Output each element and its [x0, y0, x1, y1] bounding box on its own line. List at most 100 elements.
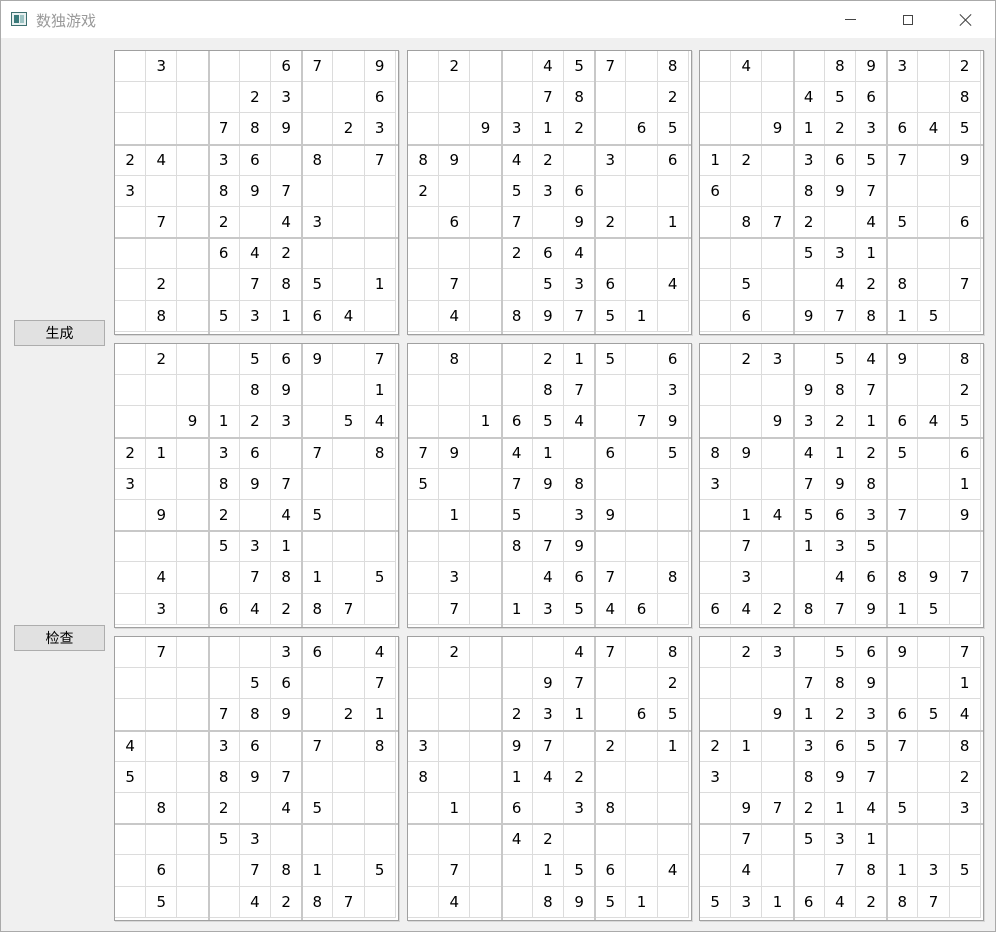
- sudoku-cell[interactable]: [364, 793, 396, 825]
- sudoku-cell[interactable]: 2: [532, 344, 564, 376]
- sudoku-cell[interactable]: [239, 207, 271, 239]
- sudoku-cell[interactable]: [115, 855, 147, 887]
- sudoku-cell[interactable]: 4: [762, 500, 794, 532]
- sudoku-cell[interactable]: [949, 175, 981, 207]
- sudoku-cell[interactable]: 8: [208, 468, 240, 500]
- sudoku-cell[interactable]: 6: [501, 793, 533, 825]
- sudoku-cell[interactable]: 5: [532, 406, 564, 438]
- sudoku-cell[interactable]: [657, 593, 689, 625]
- sudoku-cell[interactable]: 5: [564, 593, 596, 625]
- sudoku-cell[interactable]: 4: [595, 593, 627, 625]
- sudoku-cell[interactable]: [700, 855, 732, 887]
- sudoku-cell[interactable]: 5: [949, 855, 981, 887]
- maximize-button[interactable]: [879, 1, 937, 38]
- sudoku-cell[interactable]: 9: [949, 500, 981, 532]
- sudoku-cell[interactable]: 8: [887, 886, 919, 918]
- sudoku-cell[interactable]: 9: [949, 144, 981, 176]
- sudoku-cell[interactable]: 1: [949, 468, 981, 500]
- sudoku-cell[interactable]: 2: [731, 637, 763, 669]
- sudoku-cell[interactable]: 8: [239, 699, 271, 731]
- sudoku-cell[interactable]: 8: [595, 793, 627, 825]
- sudoku-cell[interactable]: [918, 269, 950, 301]
- sudoku-cell[interactable]: [333, 562, 365, 594]
- sudoku-cell[interactable]: 7: [239, 269, 271, 301]
- sudoku-cell[interactable]: [302, 375, 334, 407]
- sudoku-cell[interactable]: [949, 593, 981, 625]
- sudoku-cell[interactable]: [501, 562, 533, 594]
- sudoku-cell[interactable]: 2: [239, 82, 271, 114]
- sudoku-cell[interactable]: [333, 793, 365, 825]
- sudoku-cell[interactable]: [657, 175, 689, 207]
- sudoku-cell[interactable]: 4: [271, 207, 303, 239]
- sudoku-cell[interactable]: [824, 207, 856, 239]
- sudoku-cell[interactable]: 6: [824, 144, 856, 176]
- sudoku-cell[interactable]: [364, 531, 396, 563]
- sudoku-cell[interactable]: [177, 668, 209, 700]
- sudoku-cell[interactable]: 2: [762, 593, 794, 625]
- sudoku-cell[interactable]: [595, 531, 627, 563]
- sudoku-cell[interactable]: [177, 855, 209, 887]
- sudoku-cell[interactable]: 1: [501, 761, 533, 793]
- sudoku-cell[interactable]: 1: [532, 855, 564, 887]
- sudoku-cell[interactable]: [532, 793, 564, 825]
- sudoku-cell[interactable]: [302, 82, 334, 114]
- sudoku-cell[interactable]: [177, 144, 209, 176]
- sudoku-cell[interactable]: 3: [824, 238, 856, 270]
- sudoku-cell[interactable]: [115, 207, 147, 239]
- sudoku-cell[interactable]: [887, 375, 919, 407]
- sudoku-cell[interactable]: 7: [731, 824, 763, 856]
- sudoku-cell[interactable]: [208, 562, 240, 594]
- sudoku-cell[interactable]: 5: [856, 144, 888, 176]
- sudoku-cell[interactable]: [470, 824, 502, 856]
- sudoku-cell[interactable]: [208, 886, 240, 918]
- sudoku-cell[interactable]: 7: [364, 344, 396, 376]
- sudoku-cell[interactable]: 8: [793, 761, 825, 793]
- sudoku-cell[interactable]: 3: [532, 593, 564, 625]
- sudoku-cell[interactable]: [918, 144, 950, 176]
- sudoku-cell[interactable]: 2: [657, 668, 689, 700]
- sudoku-cell[interactable]: [177, 468, 209, 500]
- sudoku-cell[interactable]: [626, 562, 658, 594]
- sudoku-cell[interactable]: [146, 406, 178, 438]
- sudoku-cell[interactable]: [949, 238, 981, 270]
- sudoku-cell[interactable]: 5: [564, 51, 596, 83]
- sudoku-cell[interactable]: [146, 730, 178, 762]
- sudoku-cell[interactable]: 8: [239, 375, 271, 407]
- sudoku-cell[interactable]: [470, 468, 502, 500]
- sudoku-cell[interactable]: 5: [302, 269, 334, 301]
- sudoku-cell[interactable]: 5: [793, 824, 825, 856]
- sudoku-cell[interactable]: 6: [271, 344, 303, 376]
- sudoku-cell[interactable]: 9: [271, 113, 303, 145]
- sudoku-cell[interactable]: 2: [271, 238, 303, 270]
- sudoku-cell[interactable]: 1: [949, 668, 981, 700]
- sudoku-cell[interactable]: 9: [887, 344, 919, 376]
- sudoku-cell[interactable]: 5: [595, 886, 627, 918]
- sudoku-cell[interactable]: [239, 637, 271, 669]
- sudoku-cell[interactable]: 2: [271, 593, 303, 625]
- sudoku-cell[interactable]: 2: [564, 113, 596, 145]
- sudoku-cell[interactable]: 6: [657, 344, 689, 376]
- sudoku-cell[interactable]: [271, 437, 303, 469]
- sudoku-cell[interactable]: [333, 82, 365, 114]
- sudoku-cell[interactable]: [762, 668, 794, 700]
- sudoku-cell[interactable]: [208, 269, 240, 301]
- sudoku-cell[interactable]: 5: [657, 699, 689, 731]
- sudoku-cell[interactable]: [595, 824, 627, 856]
- sudoku-cell[interactable]: [626, 375, 658, 407]
- sudoku-cell[interactable]: 1: [657, 730, 689, 762]
- sudoku-cell[interactable]: 7: [564, 375, 596, 407]
- sudoku-cell[interactable]: [177, 300, 209, 332]
- sudoku-cell[interactable]: 9: [887, 637, 919, 669]
- sudoku-cell[interactable]: 3: [302, 207, 334, 239]
- sudoku-cell[interactable]: 5: [595, 300, 627, 332]
- sudoku-cell[interactable]: 2: [856, 886, 888, 918]
- sudoku-cell[interactable]: 3: [824, 531, 856, 563]
- sudoku-cell[interactable]: 4: [239, 886, 271, 918]
- sudoku-cell[interactable]: [115, 82, 147, 114]
- sudoku-cell[interactable]: [333, 855, 365, 887]
- sudoku-cell[interactable]: [595, 761, 627, 793]
- sudoku-cell[interactable]: 8: [364, 730, 396, 762]
- sudoku-cell[interactable]: 7: [949, 562, 981, 594]
- sudoku-cell[interactable]: [302, 113, 334, 145]
- sudoku-cell[interactable]: [470, 269, 502, 301]
